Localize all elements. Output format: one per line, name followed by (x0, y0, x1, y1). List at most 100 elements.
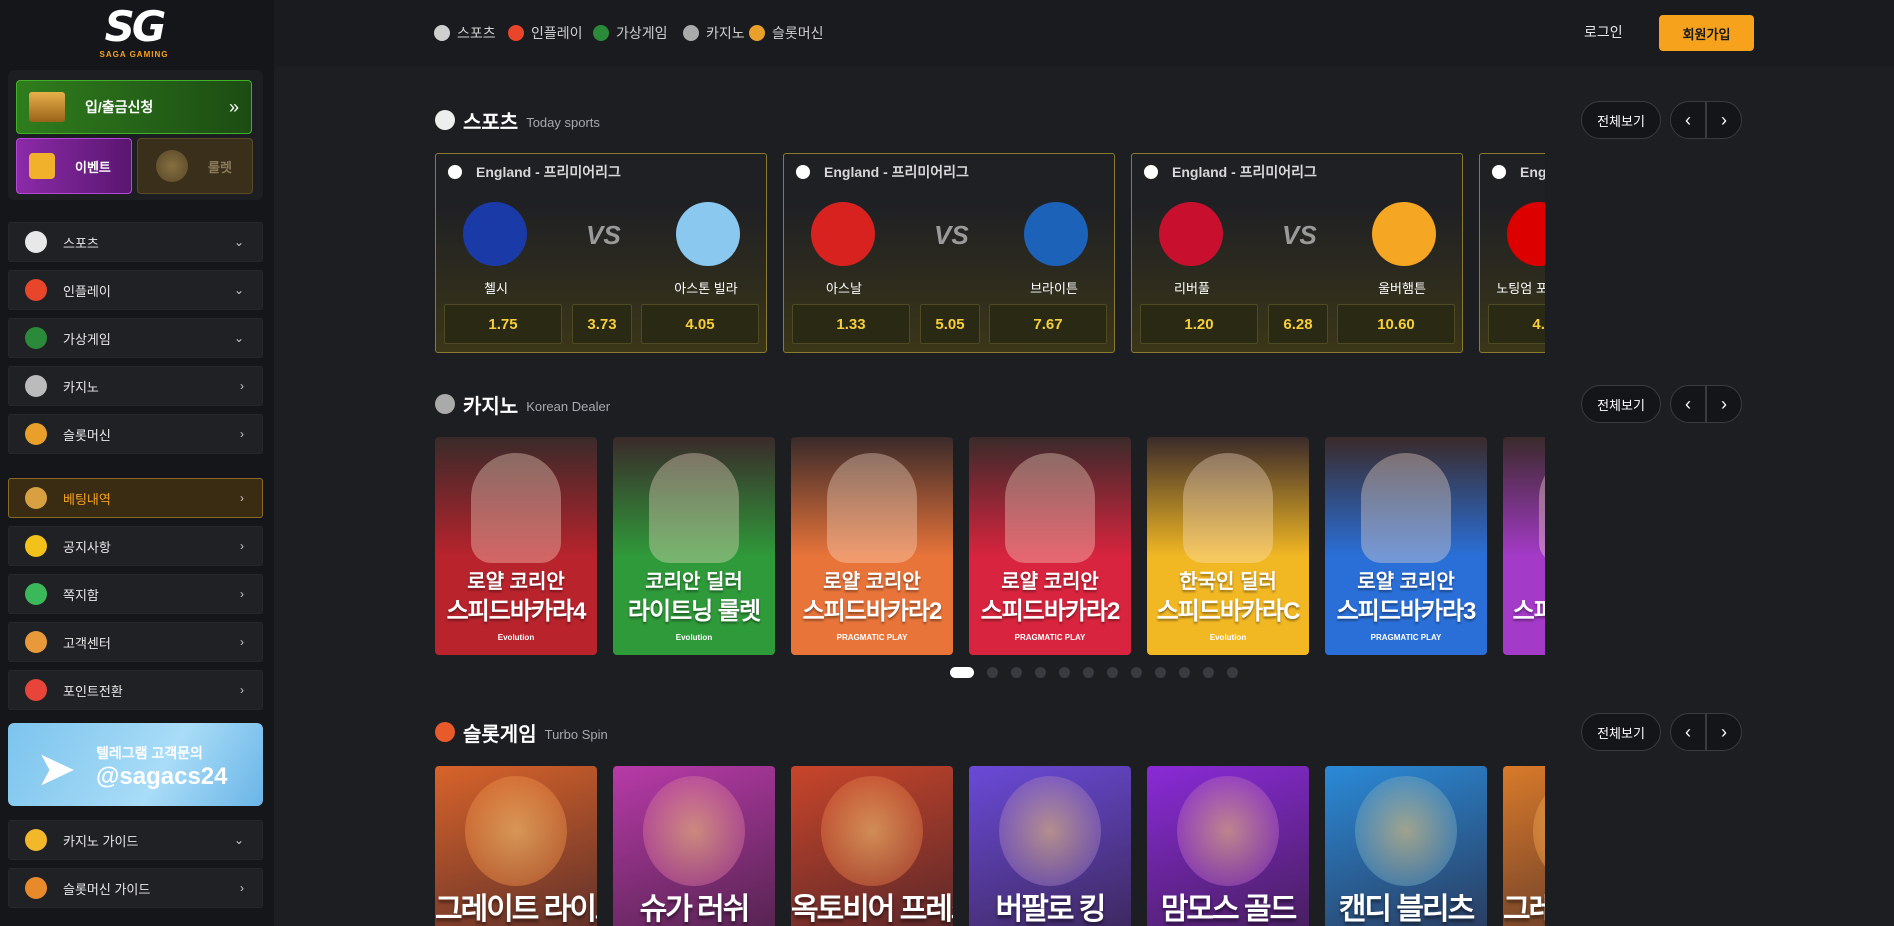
top-navigation: 스포츠 인플레이 가상게임 카지노 슬롯머신 로그인 회원가입 (274, 0, 1894, 66)
slots-section-subtitle: Turbo Spin (544, 726, 608, 742)
home-win-odds-button[interactable]: 4.89 (1488, 304, 1545, 344)
topnav-item-2[interactable]: 가상게임 (593, 22, 668, 44)
event-button[interactable]: 이벤트 (16, 138, 132, 194)
home-win-odds-button[interactable]: 1.33 (792, 304, 910, 344)
casino-game-card[interactable]: 코리안스피드블랙잭C Evolution (1503, 437, 1545, 655)
chevron-down-icon: ⌄ (233, 235, 244, 249)
megaphone-icon (25, 535, 47, 557)
sidebar-item-0[interactable]: 스포츠 ⌄ (8, 222, 263, 262)
away-win-odds-button[interactable]: 7.67 (989, 304, 1107, 344)
slots-next-button[interactable]: › (1706, 713, 1742, 751)
casino-game-card[interactable]: 로얄 코리안 스피드바카라4 Evolution (435, 437, 597, 655)
carousel-dot[interactable] (1107, 667, 1118, 678)
sidebar-item-2[interactable]: 가상게임 ⌄ (8, 318, 263, 358)
chevron-left-icon: ‹ (1685, 109, 1691, 130)
casino-view-all-button[interactable]: 전체보기 (1581, 385, 1661, 423)
game-subtitle: 로얄 코리안 (467, 571, 565, 593)
sidebar-item-8[interactable]: 고객센터 › (8, 622, 263, 662)
league-label: England - 프리미어리그 (1142, 162, 1317, 182)
match-card[interactable]: England - 프리미어리그 VS 아스날 브라이튼 1.33 5.05 7.67 (783, 153, 1115, 353)
slot-title: 그레이트 라이노 (1503, 893, 1545, 926)
deposit-withdraw-button[interactable]: 입/출금신청 » (16, 80, 252, 134)
home-win-odds-button[interactable]: 1.20 (1140, 304, 1258, 344)
away-team-name: 울버햄튼 (1378, 281, 1426, 296)
carousel-dot[interactable] (987, 667, 998, 678)
soccer-ball-icon (435, 110, 455, 130)
carousel-dot[interactable] (1083, 667, 1094, 678)
logo[interactable]: SG SAGA GAMING (88, 6, 180, 60)
match-card[interactable]: England - 프리미어리그VS노팅엄 포레스트맨체스터4.894.161.… (1479, 153, 1545, 353)
casino-game-card[interactable]: 코리안 딜러 라이트닝 룰렛 Evolution (613, 437, 775, 655)
provider-logo: PRAGMATIC PLAY (836, 633, 908, 642)
topnav-item-label: 카지노 (706, 25, 745, 41)
sidebar-item-10[interactable]: 카지노 가이드 ⌄ (8, 820, 263, 860)
signup-button[interactable]: 회원가입 (1659, 15, 1754, 51)
provider-logo: PRAGMATIC PLAY (1370, 633, 1442, 642)
away-team-crest (676, 202, 740, 266)
slot-game-card[interactable]: 옥토비어 프레스트 (791, 766, 953, 926)
dealer-image (1361, 453, 1451, 563)
slot-game-card[interactable]: 그레이트 라이노 (1503, 766, 1545, 926)
sidebar-item-7[interactable]: 쪽지함 › (8, 574, 263, 614)
dealer-image (649, 453, 739, 563)
sports-next-button[interactable]: › (1706, 101, 1742, 139)
casino-game-card[interactable]: 로얄 코리안 스피드바카라2 PRAGMATIC PLAY (791, 437, 953, 655)
draw-odds-button[interactable]: 5.05 (920, 304, 980, 344)
chevron-right-icon: › (240, 683, 244, 697)
telegram-icon: ➤ (36, 743, 77, 796)
carousel-dot[interactable] (1155, 667, 1166, 678)
away-win-odds-button[interactable]: 4.05 (641, 304, 759, 344)
sports-prev-button[interactable]: ‹ (1670, 101, 1706, 139)
slot-game-card[interactable]: 그레이트 라이노 (435, 766, 597, 926)
sidebar-item-label: 가상게임 (63, 331, 111, 347)
match-card[interactable]: England - 프리미어리그 VS 리버풀 울버햄튼 1.20 6.28 10.60 (1131, 153, 1463, 353)
league-name: England - 프리미어리그 (824, 164, 969, 180)
slots-prev-button[interactable]: ‹ (1670, 713, 1706, 751)
slot-game-card[interactable]: 슈가 러쉬 (613, 766, 775, 926)
carousel-dot[interactable] (1203, 667, 1214, 678)
slot-game-card[interactable]: 버팔로 킹 (969, 766, 1131, 926)
slots-view-all-button[interactable]: 전체보기 (1581, 713, 1661, 751)
casino-next-button[interactable]: › (1706, 385, 1742, 423)
casino-game-card[interactable]: 한국인 딜러 스피드바카라C Evolution (1147, 437, 1309, 655)
support-icon (25, 631, 47, 653)
topnav-item-3[interactable]: 카지노 (683, 22, 745, 44)
sidebar-item-5[interactable]: 베팅내역 › (8, 478, 263, 518)
home-win-odds-button[interactable]: 1.75 (444, 304, 562, 344)
carousel-dot[interactable] (1179, 667, 1190, 678)
sports-view-all-button[interactable]: 전체보기 (1581, 101, 1661, 139)
sidebar-item-6[interactable]: 공지사항 › (8, 526, 263, 566)
casino-game-card[interactable]: 로얄 코리안 스피드바카라3 PRAGMATIC PLAY (1325, 437, 1487, 655)
sidebar-item-1[interactable]: 인플레이 ⌄ (8, 270, 263, 310)
slot-guide-icon (25, 877, 47, 899)
login-link[interactable]: 로그인 (1584, 22, 1623, 42)
topnav-item-0[interactable]: 스포츠 (434, 22, 496, 44)
carousel-dot[interactable] (1011, 667, 1022, 678)
sidebar-item-3[interactable]: 카지노 › (8, 366, 263, 406)
match-card[interactable]: England - 프리미어리그 VS 첼시 아스톤 빌라 1.75 3.73 4.05 (435, 153, 767, 353)
away-win-odds-button[interactable]: 10.60 (1337, 304, 1455, 344)
topnav-item-4[interactable]: 슬롯머신 (749, 22, 824, 44)
play-icon (508, 25, 524, 41)
casino-prev-button[interactable]: ‹ (1670, 385, 1706, 423)
carousel-dot[interactable] (1227, 667, 1238, 678)
double-chevron-right-icon: » (228, 96, 239, 117)
sidebar-item-11[interactable]: 슬롯머신 가이드 › (8, 868, 263, 908)
carousel-dot[interactable] (1131, 667, 1142, 678)
casino-game-card[interactable]: 로얄 코리안 스피드바카라2 PRAGMATIC PLAY (969, 437, 1131, 655)
telegram-handle: @sagacs24 (96, 763, 228, 790)
slot-game-card[interactable]: 캔디 블리츠 (1325, 766, 1487, 926)
virtual-game-icon (593, 25, 609, 41)
sidebar-item-4[interactable]: 슬롯머신 › (8, 414, 263, 454)
draw-odds-button[interactable]: 6.28 (1268, 304, 1328, 344)
sidebar-item-9[interactable]: 포인트전환 › (8, 670, 263, 710)
topnav-item-1[interactable]: 인플레이 (508, 22, 583, 44)
slot-artwork (1177, 776, 1279, 886)
slot-game-card[interactable]: 맘모스 골드 (1147, 766, 1309, 926)
draw-odds-button[interactable]: 3.73 (572, 304, 632, 344)
telegram-banner[interactable]: ➤ 텔레그램 고객문의 @sagacs24 (8, 723, 263, 806)
carousel-dot[interactable] (1035, 667, 1046, 678)
carousel-dot[interactable] (950, 667, 974, 678)
carousel-dot[interactable] (1059, 667, 1070, 678)
roulette-button[interactable]: 룰렛 (137, 138, 253, 194)
